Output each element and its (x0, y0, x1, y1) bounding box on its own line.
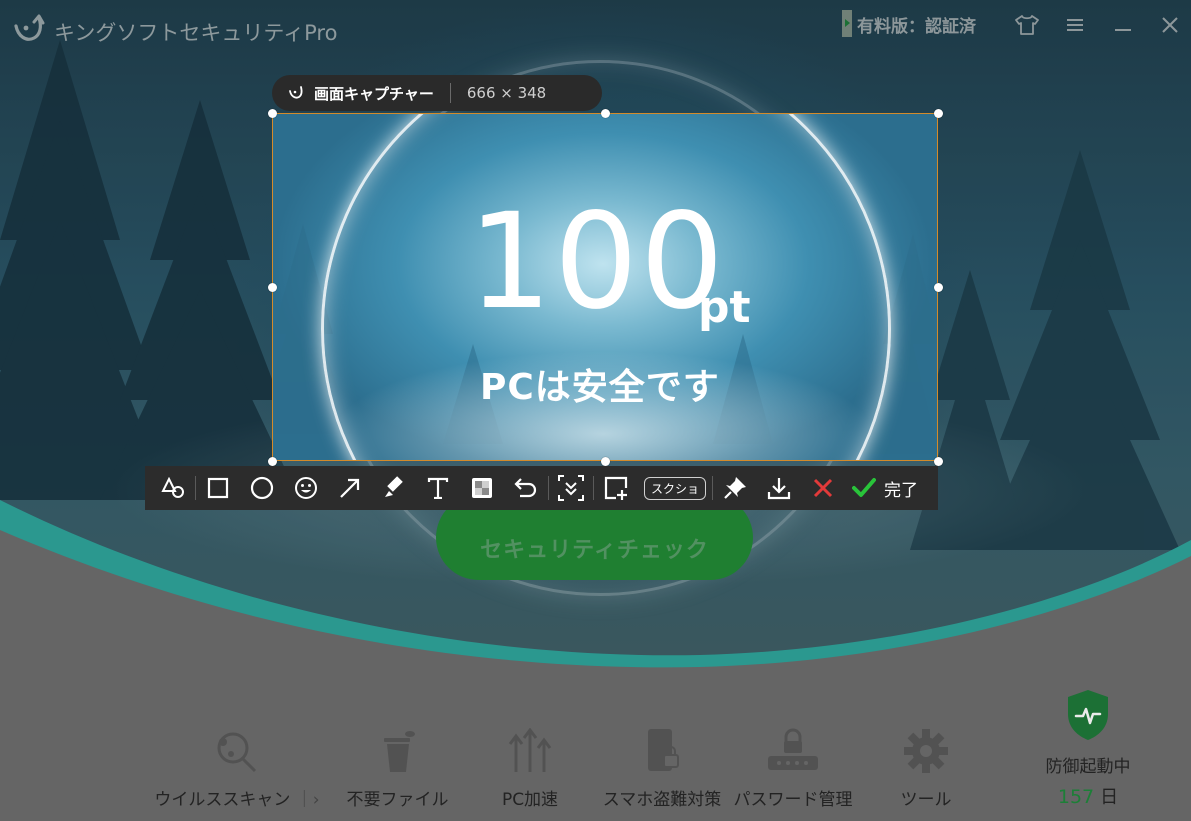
done-button-label: 完了 (884, 480, 918, 501)
cancel-button[interactable] (801, 466, 845, 510)
capture-label-divider (449, 83, 451, 103)
download-button[interactable] (757, 466, 801, 510)
resize-handle-top-left[interactable] (268, 109, 277, 118)
mosaic-tool-button[interactable] (460, 466, 504, 510)
resize-handle-bottom-left[interactable] (268, 457, 277, 466)
resize-handle-bottom[interactable] (601, 457, 610, 466)
done-button[interactable]: 完了 (845, 466, 925, 510)
rectangle-tool-button[interactable] (196, 466, 240, 510)
text-tool-icon (427, 477, 449, 499)
capture-toolbar: スクショ 完了 (145, 466, 938, 510)
download-icon (767, 478, 791, 500)
resize-handle-top[interactable] (601, 109, 610, 118)
checkmark-icon (852, 478, 876, 497)
rectangle-tool-icon (207, 477, 229, 499)
ellipse-tool-button[interactable] (240, 466, 284, 510)
capture-size: 666 × 348 (466, 84, 547, 102)
screenshot-button[interactable]: スクショ (638, 466, 712, 510)
text-tool-button[interactable] (416, 466, 460, 510)
scroll-capture-icon (558, 475, 584, 501)
resize-handle-top-right[interactable] (934, 109, 943, 118)
screenshot-button-label: スクショ (643, 476, 706, 500)
resize-handle-right[interactable] (934, 283, 943, 292)
pin-button[interactable] (713, 466, 757, 510)
shape-tool-button[interactable] (151, 466, 195, 510)
marker-tool-icon (385, 476, 403, 497)
shape-tool-icon (161, 477, 184, 498)
emoji-tool-button[interactable] (284, 466, 328, 510)
arrow-tool-button[interactable] (328, 466, 372, 510)
mosaic-tool-icon (472, 478, 492, 498)
undo-icon (514, 478, 537, 498)
pc-status-text: PCは安全です (480, 367, 720, 408)
pin-icon (724, 477, 746, 499)
close-icon (813, 478, 833, 498)
arrow-tool-icon (340, 478, 360, 498)
marker-tool-button[interactable] (372, 466, 416, 510)
scroll-capture-button[interactable] (549, 466, 593, 510)
security-score: 100 (468, 185, 726, 339)
score-unit: pt (698, 282, 751, 333)
add-capture-button[interactable] (594, 466, 638, 510)
add-capture-icon (604, 476, 628, 500)
capture-region[interactable]: 100 pt PCは安全です (272, 113, 938, 461)
resize-handle-left[interactable] (268, 283, 277, 292)
capture-info-label: 画面キャプチャー 666 × 348 (272, 75, 602, 111)
capture-title: 画面キャプチャー (314, 84, 434, 103)
resize-handle-bottom-right[interactable] (934, 457, 943, 466)
ellipse-tool-icon (250, 476, 274, 500)
emoji-tool-icon (295, 477, 317, 499)
app-logo-icon (289, 86, 303, 99)
undo-button[interactable] (504, 466, 548, 510)
